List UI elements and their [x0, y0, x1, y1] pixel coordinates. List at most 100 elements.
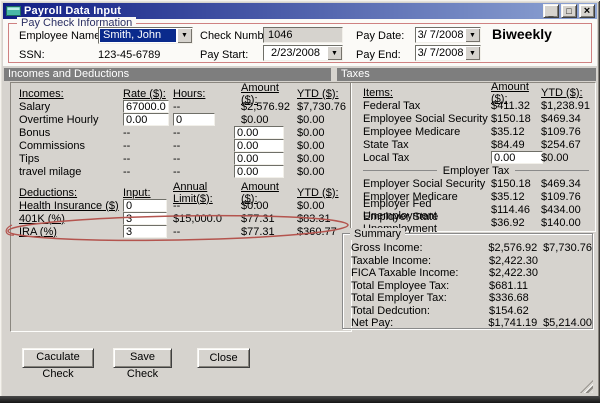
employer-state-unemployment-ytd: $140.00 — [541, 217, 595, 229]
check-number-value: 1046 — [268, 29, 292, 41]
income-row-commissions: Commissions -- -- $0.00 — [19, 139, 351, 152]
total-deduction-label: Total Dedcution: — [351, 305, 489, 317]
state-tax-ytd: $254.67 — [541, 139, 595, 151]
pay-start-picker[interactable]: 2/23/2008 ▼ — [263, 45, 343, 61]
ira-input[interactable] — [123, 225, 167, 238]
tips-amount-input[interactable] — [234, 152, 284, 165]
federal-tax-label: Federal Tax — [363, 100, 491, 112]
pay-date-value: 3/ 7/2008 — [416, 28, 465, 42]
gross-income-ytd: $7,730.76 — [543, 242, 592, 254]
bonus-amount-input[interactable] — [234, 126, 284, 139]
paycheck-information-section: Pay Check Information Employee Name: Smi… — [3, 19, 597, 66]
pay-frequency-label: Biweekly — [492, 26, 552, 42]
employee-name-label: Employee Name: — [19, 30, 103, 42]
tax-row-federal: Federal Tax $411.32 $1,238.91 — [363, 99, 595, 112]
state-tax-label: State Tax — [363, 139, 491, 151]
tax-row-employer-ss: Employer Social Security $150.18 $469.34 — [363, 177, 595, 190]
income-row-travel-milage: travel milage -- -- $0.00 — [19, 165, 351, 178]
input-col-header: Input: — [121, 187, 171, 199]
401k-amount: $77.31 — [234, 213, 294, 225]
net-pay-ytd: $5,214.00 — [543, 317, 592, 329]
pay-date-label: Pay Date: — [356, 30, 404, 42]
ssn-value: 123-45-6789 — [98, 49, 160, 61]
employer-ss-label: Employer Social Security — [363, 178, 491, 190]
401k-input[interactable] — [123, 212, 167, 225]
overtime-label: Overtime Hourly — [19, 114, 121, 126]
summary-groupbox: Gross Income: $2,576.92 $7,730.76 Taxabl… — [342, 233, 593, 329]
employee-name-value: Smith, John — [100, 29, 176, 42]
overtime-rate-input[interactable] — [123, 113, 169, 126]
health-insurance-ytd: $0.00 — [294, 200, 351, 212]
ytd-col-header: YTD ($): — [294, 88, 351, 100]
pay-start-value: 2/23/2008 — [264, 46, 327, 60]
salary-ytd: $7,730.76 — [294, 101, 351, 113]
commissions-hours: -- — [171, 140, 234, 152]
pay-start-dropdown-button[interactable]: ▼ — [327, 46, 342, 60]
pay-end-picker[interactable]: 3/ 7/2008 ▼ — [415, 45, 481, 61]
employee-medicare-label: Employee Medicare — [363, 126, 491, 138]
pay-end-dropdown-button[interactable]: ▼ — [465, 46, 480, 60]
taxable-income-label: Taxable Income: — [351, 255, 489, 267]
divider-line — [515, 170, 589, 171]
calculate-check-button[interactable]: Caculate Check — [22, 348, 94, 368]
income-row-salary: Salary -- $2,576.92 $7,730.76 — [19, 100, 351, 113]
save-check-button[interactable]: Save Check — [113, 348, 172, 368]
employee-name-combobox[interactable]: Smith, John ▼ — [98, 27, 193, 44]
salary-rate-input[interactable] — [123, 100, 169, 113]
commissions-ytd: $0.00 — [294, 140, 351, 152]
travel-milage-rate: -- — [121, 166, 171, 178]
minimize-button[interactable]: _ — [543, 4, 559, 18]
tax-row-employee-medicare: Employee Medicare $35.12 $109.76 — [363, 125, 595, 138]
payroll-window: Payroll Data Input _ □ × Pay Check Infor… — [0, 0, 600, 403]
pay-date-dropdown-button[interactable]: ▼ — [465, 28, 480, 42]
deductions-col-header: Deductions: — [19, 187, 121, 199]
ira-amount: $77.31 — [234, 226, 294, 238]
fica-taxable-income-label: FICA Taxable Income: — [351, 267, 489, 279]
commissions-rate: -- — [121, 140, 171, 152]
travel-milage-amount-input[interactable] — [234, 165, 284, 178]
tax-row-local: Local Tax $0.00 — [363, 151, 595, 164]
local-tax-input[interactable] — [491, 151, 543, 164]
divider-line — [363, 170, 437, 171]
employer-tax-divider-label: Employer Tax — [443, 165, 509, 177]
commissions-amount-input[interactable] — [234, 139, 284, 152]
tips-rate: -- — [121, 153, 171, 165]
resize-grip[interactable] — [580, 380, 593, 393]
employer-fed-unemployment-amount: $114.46 — [491, 204, 541, 216]
incomes-deductions-body: Incomes: Rate ($): Hours: Amount ($): YT… — [10, 82, 352, 332]
overtime-hours-input[interactable] — [173, 113, 215, 126]
local-tax-label: Local Tax — [363, 152, 491, 164]
employee-ss-ytd: $469.34 — [541, 113, 595, 125]
bonus-ytd: $0.00 — [294, 127, 351, 139]
maximize-button[interactable]: □ — [561, 4, 577, 18]
employee-ss-label: Employee Social Security — [363, 113, 491, 125]
incomes-header-row: Incomes: Rate ($): Hours: Amount ($): YT… — [19, 87, 351, 100]
summary-row-taxable-income: Taxable Income: $2,422.30 — [351, 255, 592, 268]
tax-row-employee-ss: Employee Social Security $150.18 $469.34 — [363, 112, 595, 125]
gross-income-label: Gross Income: — [351, 242, 488, 254]
pay-date-picker[interactable]: 3/ 7/2008 ▼ — [415, 27, 481, 43]
app-icon — [6, 6, 21, 16]
tips-ytd: $0.00 — [294, 153, 351, 165]
hours-col-header: Hours: — [171, 88, 234, 100]
summary-row-total-deduction: Total Dedcution: $154.62 — [351, 305, 592, 318]
income-row-overtime: Overtime Hourly $0.00 $0.00 — [19, 113, 351, 126]
total-employer-tax-value: $336.68 — [489, 292, 544, 304]
check-number-field: 1046 — [263, 27, 343, 43]
taxable-income-value: $2,422.30 — [489, 255, 544, 267]
health-insurance-input[interactable] — [123, 199, 167, 212]
state-tax-amount: $84.49 — [491, 139, 541, 151]
incomes-deductions-panel-header: Incomes and Deductions — [4, 68, 331, 81]
rate-col-header: Rate ($): — [121, 88, 171, 100]
tips-hours: -- — [171, 153, 234, 165]
overtime-ytd: $0.00 — [294, 114, 351, 126]
tax-ytd-col-header: YTD ($): — [541, 87, 595, 99]
income-row-tips: Tips -- -- $0.00 — [19, 152, 351, 165]
close-check-button[interactable]: Close — [197, 348, 250, 368]
taxes-panel-header: Taxes — [337, 68, 596, 81]
deduction-row-401k: 401K (%) $15,000.0 $77.31 $83.31 — [19, 212, 351, 225]
close-button[interactable]: × — [579, 4, 595, 18]
summary-row-fica-taxable-income: FICA Taxable Income: $2,422.30 — [351, 267, 592, 280]
deductions-header-row: Deductions: Input: Annual Limit($): Amou… — [19, 186, 351, 199]
employee-name-dropdown-button[interactable]: ▼ — [177, 28, 192, 43]
